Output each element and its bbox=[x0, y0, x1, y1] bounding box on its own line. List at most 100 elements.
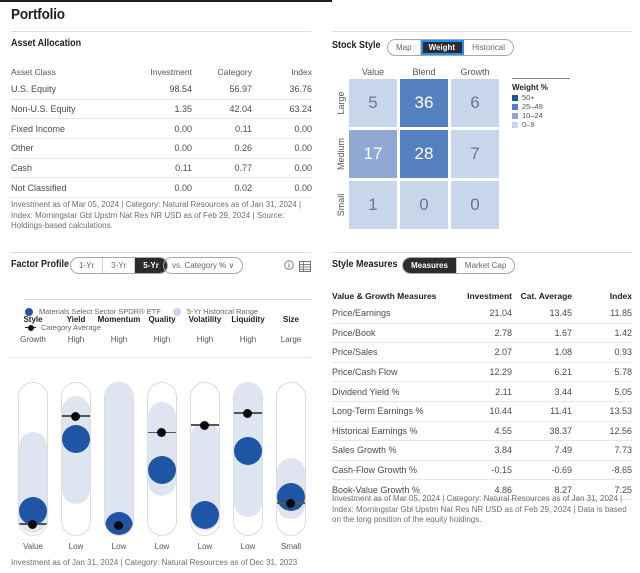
factor-track-style bbox=[18, 382, 48, 536]
fund-marker bbox=[148, 456, 176, 484]
tab-1yr[interactable]: 1-Yr bbox=[71, 258, 104, 273]
style-box-cell[interactable]: 7 bbox=[451, 130, 499, 178]
style-box-cell[interactable]: 6 bbox=[451, 79, 499, 127]
style-box-cell[interactable]: 17 bbox=[349, 130, 397, 178]
style-box-cell[interactable]: 36 bbox=[400, 79, 448, 127]
row-label: Historical Earnings % bbox=[332, 425, 418, 436]
divider bbox=[11, 31, 311, 32]
row-label: U.S. Equity bbox=[11, 84, 57, 95]
factor-top-label: High bbox=[239, 335, 257, 344]
table-header: Value & Growth Measures Investment Cat. … bbox=[332, 288, 632, 304]
cell-value: 98.54 bbox=[169, 84, 192, 95]
table-row: Fixed Income 0.00 0.11 0.00 bbox=[11, 119, 312, 140]
factor-header-volatility: Volatility bbox=[188, 315, 222, 324]
factor-bottom-label: Small bbox=[280, 542, 301, 551]
legend-title: Weight % bbox=[512, 83, 548, 92]
category-average-marker bbox=[200, 420, 209, 430]
cell-value: 56.97 bbox=[229, 84, 252, 95]
table-row: Dividend Yield % 2.11 3.44 5.05 bbox=[332, 382, 632, 402]
divider bbox=[332, 31, 632, 32]
table-row: Cash 0.11 0.77 0.00 bbox=[11, 159, 312, 179]
cell-value: 2.78 bbox=[494, 327, 512, 338]
factor-top-label: Large bbox=[280, 335, 302, 344]
cell-value: 0.11 bbox=[235, 123, 252, 134]
factor-header-momentum: Momentum bbox=[97, 315, 141, 324]
tab-market-cap[interactable]: Market Cap bbox=[457, 258, 514, 273]
tab-3yr[interactable]: 3-Yr bbox=[103, 258, 136, 273]
factor-profile-footnote: Investment as of Jan 31, 2024 | Category… bbox=[11, 558, 298, 567]
tab-weight[interactable]: Weight bbox=[420, 40, 465, 55]
legend-item: 25–49 bbox=[512, 102, 570, 111]
row-label: Long-Term Earnings % bbox=[332, 406, 424, 417]
style-measures-table: Value & Growth Measures Investment Cat. … bbox=[332, 288, 632, 500]
table-row: Price/Sales 2.07 1.08 0.93 bbox=[332, 343, 632, 363]
row-label: Sales Growth % bbox=[332, 445, 397, 456]
table-row: Other 0.00 0.26 0.00 bbox=[11, 139, 312, 159]
cell-value: 4.55 bbox=[494, 425, 512, 436]
category-average-marker bbox=[28, 519, 37, 529]
cell-value: 7.49 bbox=[554, 445, 572, 456]
column-header: Asset Class bbox=[11, 66, 56, 77]
cell-value: 1.67 bbox=[554, 327, 572, 338]
tab-historical[interactable]: Historical bbox=[464, 40, 513, 55]
compare-dropdown[interactable]: vs. Category % ∨ bbox=[163, 257, 244, 274]
legend-item: 0–9 bbox=[512, 120, 570, 129]
cell-value: 7.73 bbox=[614, 445, 632, 456]
style-box-cell[interactable]: 1 bbox=[349, 181, 397, 229]
style-measures-footnote: Investment as of Mar 05, 2024 | Category… bbox=[332, 494, 627, 525]
info-icon[interactable] bbox=[284, 257, 294, 275]
category-average-marker bbox=[157, 428, 166, 437]
row-label: Dividend Yield % bbox=[332, 386, 400, 397]
period-tabs: 1-Yr 3-Yr 5-Yr bbox=[70, 257, 168, 274]
fund-marker bbox=[234, 436, 262, 465]
cell-value: -0.69 bbox=[551, 465, 572, 476]
cell-value: 13.53 bbox=[609, 406, 632, 417]
column-header: Investment bbox=[467, 291, 512, 301]
table-row: Historical Earnings % 4.55 38.37 12.56 bbox=[332, 422, 632, 442]
cell-value: 3.84 bbox=[494, 445, 512, 456]
tab-measures[interactable]: Measures bbox=[403, 258, 457, 273]
row-label: Cash-Flow Growth % bbox=[332, 465, 418, 476]
legend-swatch bbox=[512, 121, 518, 128]
column-header: Index bbox=[291, 66, 312, 77]
legend-category: Category Average bbox=[25, 323, 101, 332]
tab-map[interactable]: Map bbox=[388, 40, 421, 55]
table-row: Not Classified 0.00 0.02 0.00 bbox=[11, 178, 312, 199]
row-label-small: Small bbox=[336, 193, 346, 217]
legend-swatch bbox=[512, 103, 518, 110]
cell-value: 2.11 bbox=[495, 386, 512, 397]
factor-header-quality: Quality bbox=[148, 315, 176, 324]
cell-value: 0.02 bbox=[234, 182, 252, 193]
legend-category-label: Category Average bbox=[41, 323, 101, 332]
style-box-cell[interactable]: 5 bbox=[349, 79, 397, 127]
asset-allocation-footnote: Investment as of Mar 05, 2024 | Category… bbox=[11, 200, 302, 231]
factor-top-label: High bbox=[67, 335, 85, 344]
cell-value: 0.00 bbox=[294, 143, 312, 154]
factor-track-momentum bbox=[104, 382, 134, 536]
table-row: Price/Cash Flow 12.29 6.21 5.78 bbox=[332, 363, 632, 383]
style-box-cell[interactable]: 0 bbox=[400, 181, 448, 229]
legend-item: 10–24 bbox=[512, 111, 570, 120]
cell-value: 6.21 bbox=[554, 367, 572, 378]
style-box-cell[interactable]: 0 bbox=[451, 181, 499, 229]
cell-value: 0.11 bbox=[175, 163, 192, 174]
row-label: Price/Sales bbox=[332, 347, 378, 358]
category-average-icon bbox=[25, 324, 37, 332]
style-box-cell[interactable]: 28 bbox=[400, 130, 448, 178]
divider bbox=[11, 357, 311, 358]
column-header: Value & Growth Measures bbox=[332, 291, 437, 301]
table-icon[interactable] bbox=[299, 259, 311, 277]
stock-style-title: Stock Style bbox=[332, 40, 381, 51]
table-row: Long-Term Earnings % 10.44 11.41 13.53 bbox=[332, 402, 632, 422]
category-average-marker bbox=[286, 498, 295, 508]
weight-legend: Weight % 50+ 25–49 10–24 0–9 bbox=[512, 78, 570, 129]
cell-value: 0.00 bbox=[294, 123, 312, 134]
cell-value: 21.04 bbox=[489, 308, 512, 319]
cell-value: 36.76 bbox=[289, 84, 312, 95]
top-border bbox=[0, 0, 332, 2]
asset-allocation-table: Asset Class Investment Category Index U.… bbox=[11, 63, 312, 199]
row-label: Non-U.S. Equity bbox=[11, 104, 76, 115]
legend-swatch bbox=[512, 112, 518, 119]
factor-top-label: Growth bbox=[20, 335, 46, 344]
table-header: Asset Class Investment Category Index bbox=[11, 63, 312, 80]
